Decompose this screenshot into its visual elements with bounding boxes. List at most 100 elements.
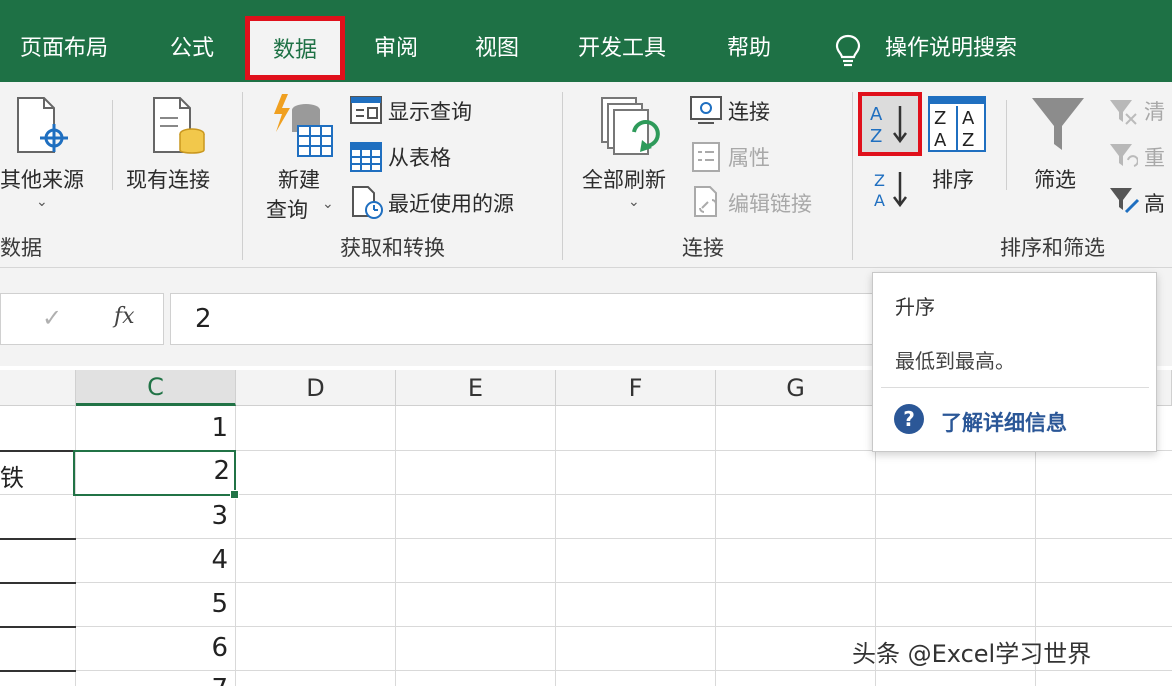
- get-data-group-label: 数据: [0, 236, 42, 260]
- ribbon-separator: [1006, 100, 1007, 190]
- grid-line: [235, 406, 236, 686]
- ribbon: 其他来源 ⌄ 现有连接 数据 新建 查询 ⌄ 显示查询 从表格 最近使用的源 获…: [0, 82, 1172, 268]
- edit-links-icon: [692, 186, 722, 224]
- grid-line: [75, 406, 76, 686]
- formula-input-value: 2: [195, 304, 212, 334]
- cell-border: [0, 626, 76, 628]
- lightbulb-icon[interactable]: [834, 34, 862, 72]
- sort-button[interactable]: 排序: [932, 164, 974, 194]
- ribbon-group-separator: [242, 92, 243, 260]
- insert-function-button[interactable]: fx: [114, 304, 135, 329]
- tooltip-title: 升序: [895, 295, 935, 319]
- cell-c7[interactable]: 7: [211, 674, 228, 686]
- sort-ascending-tooltip: 升序 最低到最高。 ? 了解详细信息: [872, 272, 1157, 452]
- cell-c3[interactable]: 3: [78, 501, 228, 531]
- filter-button[interactable]: 筛选: [1034, 164, 1076, 194]
- tab-developer[interactable]: 开发工具: [578, 30, 666, 62]
- show-queries-icon: [350, 96, 382, 128]
- new-query-button-line2[interactable]: 查询: [266, 194, 308, 224]
- column-header-b[interactable]: [0, 370, 76, 406]
- properties-button[interactable]: 属性: [728, 142, 770, 172]
- column-header-d[interactable]: D: [236, 370, 396, 406]
- ribbon-separator: [112, 100, 113, 190]
- grid-line: [0, 538, 1172, 539]
- sort-filter-group-label: 排序和筛选: [1000, 236, 1105, 260]
- tab-data-label: 数据: [272, 38, 317, 63]
- properties-icon: [692, 142, 720, 176]
- column-header-f[interactable]: F: [556, 370, 716, 406]
- enter-check-icon[interactable]: ✓: [42, 304, 62, 332]
- new-query-button[interactable]: 新建: [278, 164, 320, 194]
- cell-border: [0, 450, 76, 452]
- formula-bar-buttons: [0, 293, 164, 345]
- recent-sources-icon: [350, 186, 384, 224]
- existing-connections-button[interactable]: 现有连接: [126, 164, 210, 194]
- clear-filter-button[interactable]: 清: [1144, 96, 1165, 126]
- tooltip-divider: [881, 387, 1149, 388]
- column-header-g[interactable]: G: [716, 370, 876, 406]
- cell-c2: 2: [213, 456, 230, 486]
- refresh-all-button[interactable]: 全部刷新: [582, 164, 666, 194]
- connections-group-label: 连接: [682, 236, 724, 260]
- advanced-filter-button[interactable]: 高: [1144, 188, 1165, 218]
- other-sources-button[interactable]: 其他来源: [0, 164, 84, 194]
- svg-text:?: ?: [903, 407, 915, 431]
- chevron-down-icon: ⌄: [36, 194, 48, 210]
- column-header-e[interactable]: E: [396, 370, 556, 406]
- tab-view[interactable]: 视图: [475, 30, 519, 62]
- tell-me-search[interactable]: 操作说明搜索: [885, 30, 1017, 62]
- sort-ascending-icon: AZ: [868, 100, 914, 152]
- help-question-icon: ?: [893, 403, 925, 439]
- learn-more-link[interactable]: 了解详细信息: [941, 407, 1067, 437]
- clear-filter-icon: [1108, 98, 1138, 130]
- tab-help[interactable]: 帮助: [727, 30, 771, 62]
- show-queries-button[interactable]: 显示查询: [388, 96, 472, 126]
- tab-data[interactable]: 数据: [245, 16, 345, 80]
- grid-line: [555, 406, 556, 686]
- grid-line: [0, 582, 1172, 583]
- grid-line: [395, 406, 396, 686]
- ribbon-tab-bar: 页面布局 公式 数据 审阅 视图 开发工具 帮助 操作说明搜索: [0, 0, 1172, 82]
- cell-c5[interactable]: 5: [78, 589, 228, 619]
- svg-text:Z: Z: [934, 108, 946, 129]
- sort-ascending-button[interactable]: AZ: [858, 92, 922, 156]
- tab-formulas[interactable]: 公式: [170, 30, 214, 62]
- svg-text:A: A: [962, 108, 975, 129]
- refresh-all-icon: [600, 96, 664, 162]
- recent-sources-button[interactable]: 最近使用的源: [388, 188, 514, 218]
- ribbon-group-separator: [562, 92, 563, 260]
- chevron-down-icon: ⌄: [322, 196, 334, 212]
- reapply-filter-button[interactable]: 重: [1144, 142, 1165, 172]
- svg-text:A: A: [870, 104, 883, 125]
- cell-border: [0, 538, 76, 540]
- grid-line: [0, 626, 1172, 627]
- tab-review[interactable]: 审阅: [374, 30, 418, 62]
- edit-links-button[interactable]: 编辑链接: [728, 188, 812, 218]
- grid-line: [715, 406, 716, 686]
- cell-b2[interactable]: 铁: [0, 458, 24, 493]
- from-table-button[interactable]: 从表格: [388, 142, 451, 172]
- cell-c6[interactable]: 6: [78, 633, 228, 663]
- existing-connections-icon: [148, 96, 210, 162]
- column-header-c[interactable]: C: [76, 370, 236, 406]
- active-cell-selection[interactable]: 2: [73, 450, 239, 499]
- advanced-filter-icon: [1108, 186, 1140, 220]
- grid-line: [0, 670, 1172, 671]
- reapply-filter-icon: [1108, 142, 1139, 174]
- tab-page-layout[interactable]: 页面布局: [20, 30, 108, 62]
- connections-icon: [690, 96, 722, 128]
- chevron-down-icon: ⌄: [628, 194, 640, 210]
- tooltip-description: 最低到最高。: [895, 349, 1015, 373]
- watermark-text: 头条 @Excel学习世界: [852, 640, 1092, 668]
- svg-text:A: A: [934, 130, 947, 151]
- new-query-icon: [268, 92, 336, 164]
- fill-handle[interactable]: [230, 490, 239, 499]
- get-transform-group-label: 获取和转换: [340, 236, 445, 260]
- sort-descending-button[interactable]: ZA: [872, 168, 912, 216]
- connections-button[interactable]: 连接: [728, 96, 770, 126]
- cell-c1[interactable]: 1: [78, 413, 228, 443]
- svg-text:Z: Z: [874, 171, 885, 190]
- svg-text:A: A: [874, 191, 885, 210]
- cell-c4[interactable]: 4: [78, 545, 228, 575]
- filter-icon: [1030, 96, 1086, 158]
